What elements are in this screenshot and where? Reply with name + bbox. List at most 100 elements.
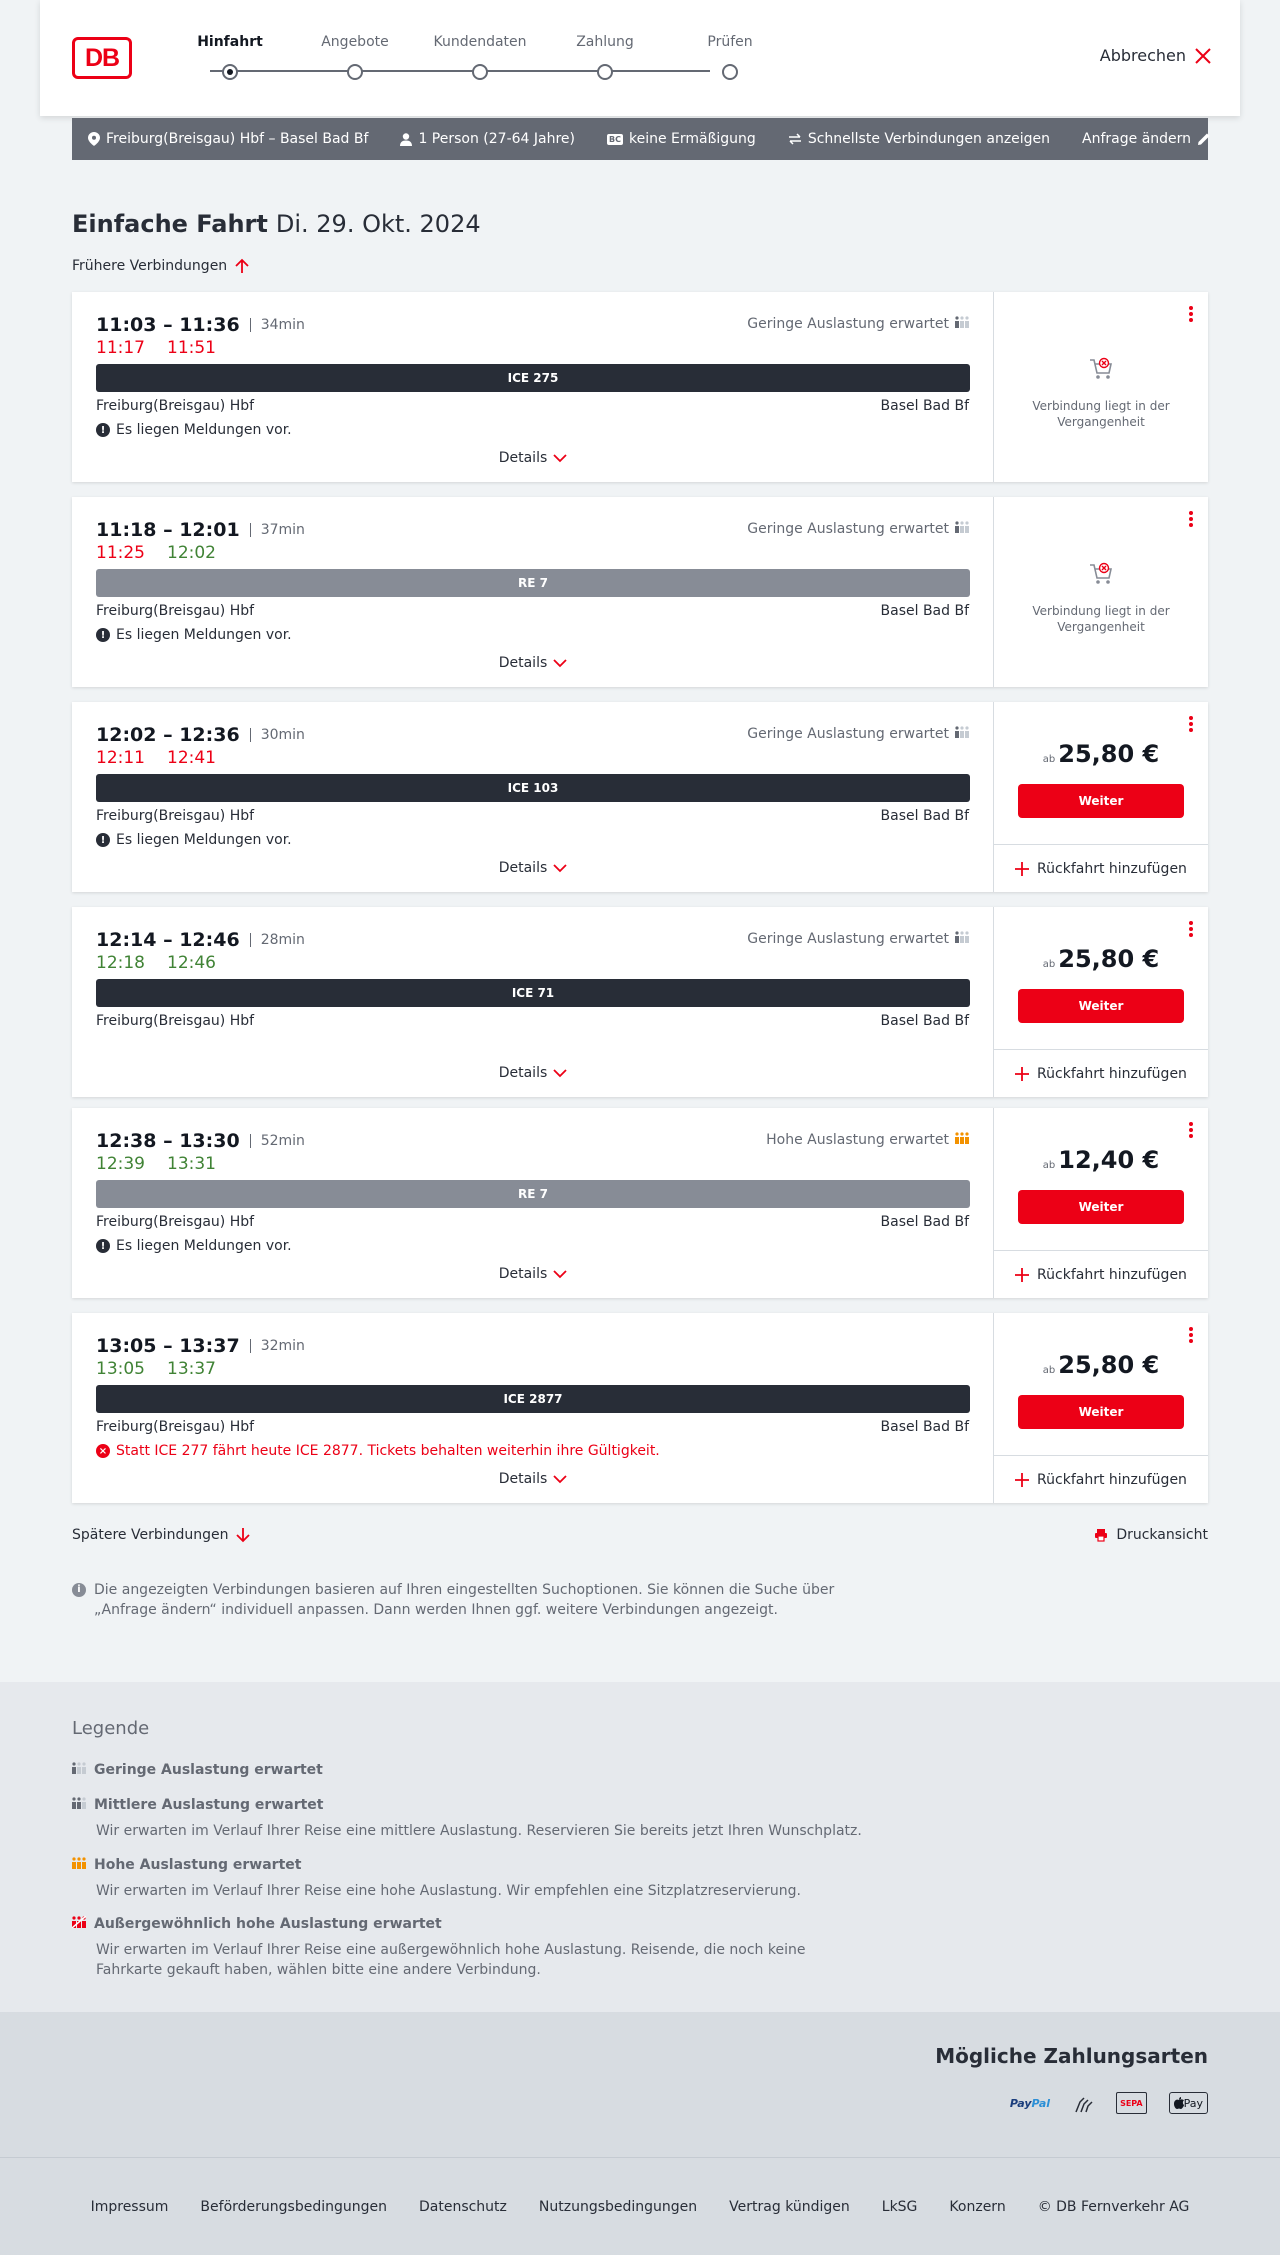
pencil-icon xyxy=(1198,133,1210,145)
search-summary-bar: Freiburg(Breisgau) Hbf – Basel Bad Bf 1 … xyxy=(72,118,1211,160)
details-toggle[interactable]: Details xyxy=(72,450,994,466)
arrival-station: Basel Bad Bf xyxy=(880,1214,969,1230)
time-range: 13:05 – 13:37 xyxy=(96,1335,240,1357)
occupancy-icon xyxy=(955,521,969,537)
legend-item-title: Hohe Auslastung erwartet xyxy=(94,1857,302,1873)
change-request-button[interactable]: Anfrage ändern xyxy=(1082,131,1211,147)
db-logo[interactable]: DB xyxy=(72,37,132,79)
legend-item-title: Geringe Auslastung erwartet xyxy=(94,1762,323,1778)
cancel-button[interactable]: Abbrechen xyxy=(1100,46,1212,65)
legend-item-text: Wir erwarten im Verlauf Ihrer Reise eine… xyxy=(96,1942,806,1978)
price-prefix: ab xyxy=(1042,1160,1056,1171)
payment-methods: Mögliche Zahlungsarten Pay Pal SEPA Pay xyxy=(0,2012,1280,2158)
hand-payment-icon xyxy=(1072,2092,1094,2114)
add-return-button[interactable]: Rückfahrt hinzufügen xyxy=(994,844,1208,892)
duration: 34min xyxy=(249,318,305,332)
step-pruefen[interactable]: Prüfen xyxy=(670,34,790,80)
more-options-icon[interactable] xyxy=(1188,716,1194,732)
arrival-station: Basel Bad Bf xyxy=(880,398,969,414)
apple-pay-icon: Pay xyxy=(1168,2092,1208,2114)
weiter-button[interactable]: Weiter xyxy=(1018,784,1184,818)
scheduled-times: 11:18 – 12:01 37min xyxy=(96,519,305,541)
earlier-connections-link[interactable]: Frühere Verbindungen xyxy=(72,258,249,274)
weiter-button[interactable]: Weiter xyxy=(1018,1395,1184,1429)
chevron-down-icon xyxy=(553,1474,567,1483)
more-options-icon[interactable] xyxy=(1188,1327,1194,1343)
footer-link-befoerderungsbedingungen[interactable]: Beförderungsbedingungen xyxy=(200,2199,387,2215)
details-toggle[interactable]: Details xyxy=(72,1266,994,1282)
add-return-button[interactable]: Rückfahrt hinzufügen xyxy=(994,1250,1208,1298)
print-view-link[interactable]: Druckansicht xyxy=(1094,1527,1208,1543)
more-options-icon[interactable] xyxy=(1188,1122,1194,1138)
departure-station: Freiburg(Breisgau) Hbf xyxy=(96,1013,255,1029)
info-text: Die angezeigten Verbindungen basieren au… xyxy=(94,1582,835,1618)
traveller-text: 1 Person (27-64 Jahre) xyxy=(418,131,575,147)
realtime-departure: 12:39 xyxy=(96,1154,145,1174)
legend-item-text: Wir erwarten im Verlauf Ihrer Reise eine… xyxy=(96,1823,862,1839)
details-toggle[interactable]: Details xyxy=(72,860,994,876)
realtime-arrival: 12:41 xyxy=(167,748,216,768)
connection-card[interactable]: 12:02 – 12:36 30min 12:11 12:41 Geringe Ausl… xyxy=(72,702,1208,892)
train-bar[interactable]: ICE 275 xyxy=(96,364,970,392)
connection-card[interactable]: 12:14 – 12:46 28min 12:18 12:46 Geringe Ausl… xyxy=(72,907,1208,1097)
message-notice: ! Es liegen Meldungen vor. xyxy=(96,627,292,643)
message-text: Es liegen Meldungen vor. xyxy=(116,832,292,848)
scheduled-times: 13:05 – 13:37 32min xyxy=(96,1335,305,1357)
duration: 32min xyxy=(249,1339,305,1353)
chevron-down-icon xyxy=(553,1068,567,1077)
price-value: 25,80 € xyxy=(1058,1351,1160,1379)
plus-icon xyxy=(1015,861,1030,876)
occupancy-icon xyxy=(955,316,969,332)
step-hinfahrt[interactable]: Hinfahrt xyxy=(170,34,290,80)
later-label: Spätere Verbindungen xyxy=(72,1527,229,1543)
footer-link-nutzungsbedingungen[interactable]: Nutzungsbedingungen xyxy=(539,2199,697,2215)
train-bar[interactable]: ICE 2877 xyxy=(96,1385,970,1413)
realtime-arrival: 11:51 xyxy=(167,338,216,358)
time-range: 11:03 – 11:36 xyxy=(96,314,240,336)
plus-icon xyxy=(1015,1267,1030,1282)
footer-link-impressum[interactable]: Impressum xyxy=(91,2199,169,2215)
connection-card[interactable]: 11:18 – 12:01 37min 11:25 12:02 Geringe Ausl… xyxy=(72,497,1208,687)
step-zahlung[interactable]: Zahlung xyxy=(545,34,665,80)
weiter-button[interactable]: Weiter xyxy=(1018,1190,1184,1224)
train-bar[interactable]: ICE 71 xyxy=(96,979,970,1007)
more-options-icon[interactable] xyxy=(1188,921,1194,937)
occupancy-high-icon xyxy=(72,1857,86,1873)
add-return-button[interactable]: Rückfahrt hinzufügen xyxy=(994,1455,1208,1503)
connection-card[interactable]: 12:38 – 13:30 52min 12:39 13:31 Hohe Auslast… xyxy=(72,1108,1208,1298)
train-bar[interactable]: ICE 103 xyxy=(96,774,970,802)
add-return-label: Rückfahrt hinzufügen xyxy=(1037,1471,1187,1488)
weiter-button[interactable]: Weiter xyxy=(1018,989,1184,1023)
occupancy-indicator: Geringe Auslastung erwartet xyxy=(747,521,969,537)
legend-title: Legende xyxy=(72,1718,150,1739)
step-kundendaten[interactable]: Kundendaten xyxy=(420,34,540,80)
add-return-label: Rückfahrt hinzufügen xyxy=(1037,1266,1187,1283)
footer-link-datenschutz[interactable]: Datenschutz xyxy=(419,2199,507,2215)
footer-link-konzern[interactable]: Konzern xyxy=(949,2199,1005,2215)
more-options-icon[interactable] xyxy=(1188,511,1194,527)
later-connections-link[interactable]: Spätere Verbindungen xyxy=(72,1527,251,1543)
scheduled-times: 12:02 – 12:36 30min xyxy=(96,724,305,746)
footer-link-vertrag-kuendigen[interactable]: Vertrag kündigen xyxy=(729,2199,850,2215)
train-bar[interactable]: RE 7 xyxy=(96,1180,970,1208)
footer-link-lksg[interactable]: LkSG xyxy=(882,2199,918,2215)
message-notice: × Statt ICE 277 fährt heute ICE 2877. Tic… xyxy=(96,1443,660,1459)
fastest-option: Schnellste Verbindungen anzeigen xyxy=(788,131,1050,147)
train-bar[interactable]: RE 7 xyxy=(96,569,970,597)
more-options-icon[interactable] xyxy=(1188,306,1194,322)
step-label: Kundendaten xyxy=(433,34,527,50)
alert-icon: ! xyxy=(96,833,110,847)
footer: Impressum Beförderungsbedingungen Datens… xyxy=(0,2158,1280,2255)
details-toggle[interactable]: Details xyxy=(72,655,994,671)
departure-station: Freiburg(Breisgau) Hbf xyxy=(96,603,255,619)
arrival-station: Basel Bad Bf xyxy=(880,1013,969,1029)
add-return-button[interactable]: Rückfahrt hinzufügen xyxy=(994,1049,1208,1097)
connection-card[interactable]: 13:05 – 13:37 32min 13:05 13:37 ICE 2877 Frei… xyxy=(72,1313,1208,1503)
step-angebote[interactable]: Angebote xyxy=(295,34,415,80)
details-toggle[interactable]: Details xyxy=(72,1471,994,1487)
price: ab 25,80 € xyxy=(994,945,1208,973)
step-dot xyxy=(597,64,613,80)
connection-card[interactable]: 11:03 – 11:36 34min 11:17 11:51 Geringe Ausl… xyxy=(72,292,1208,482)
details-toggle[interactable]: Details xyxy=(72,1065,994,1081)
details-label: Details xyxy=(498,1266,548,1282)
